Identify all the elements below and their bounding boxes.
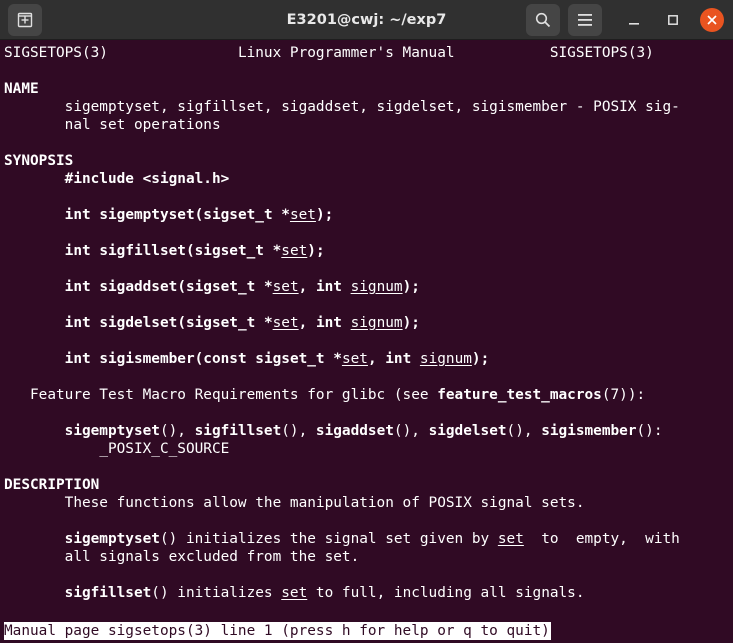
prototype-sigismember: int sigismember(const sigset_t *set, int…: [64, 351, 490, 367]
prototype-sigfillset: int sigfillset(sigset_t *set);: [64, 243, 325, 259]
hamburger-menu-icon: [578, 14, 592, 26]
search-button[interactable]: [526, 4, 560, 36]
pager-status-line: Manual page sigsetops(3) line 1 (press h…: [4, 622, 551, 640]
description-line-1: These functions allow the manipulation o…: [64, 495, 585, 511]
name-heading: NAME: [4, 81, 39, 97]
man-header-right: SIGSETOPS(3): [549, 45, 654, 61]
maximize-button[interactable]: [661, 8, 685, 32]
man-header-center: Linux Programmer's Manual: [237, 45, 455, 61]
man-header-left: SIGSETOPS(3): [4, 45, 108, 61]
synopsis-heading: SYNOPSIS: [4, 153, 74, 169]
search-icon: [535, 12, 551, 28]
description-sigemptyset: sigemptyset() initializes the signal set…: [64, 531, 680, 547]
man-header: SIGSETOPS(3) Linux Programmer's Manual S…: [4, 44, 733, 62]
close-button[interactable]: [700, 8, 724, 32]
description-sigemptyset-cont: all signals excluded from the set.: [64, 549, 360, 565]
requirements-line: sigemptyset(), sigfillset(), sigaddset()…: [64, 423, 663, 439]
prototype-sigemptyset: int sigemptyset(sigset_t *set);: [64, 207, 334, 223]
menu-button[interactable]: [568, 4, 602, 36]
minimize-icon: [629, 23, 639, 25]
name-line-1: sigemptyset, sigfillset, sigaddset, sigd…: [64, 99, 680, 115]
prototype-sigdelset: int sigdelset(sigset_t *set, int signum)…: [64, 315, 420, 331]
include-line: #include <signal.h>: [64, 171, 230, 187]
minimize-button[interactable]: [622, 8, 646, 32]
description-sigfillset: sigfillset() initializes set to full, in…: [64, 585, 585, 601]
name-line-2: nal set operations: [64, 117, 221, 133]
title-bar: E3201@cwj: ~/exp7: [0, 0, 733, 40]
terminal-output[interactable]: SIGSETOPS(3) Linux Programmer's Manual S…: [4, 44, 733, 622]
requirements-macro: _POSIX_C_SOURCE: [99, 441, 230, 457]
close-icon: [707, 15, 717, 25]
description-heading: DESCRIPTION: [4, 477, 100, 493]
feature-test-line: Feature Test Macro Requirements for glib…: [30, 387, 646, 403]
prototype-sigaddset: int sigaddset(sigset_t *set, int signum)…: [64, 279, 420, 295]
maximize-icon: [668, 15, 678, 25]
